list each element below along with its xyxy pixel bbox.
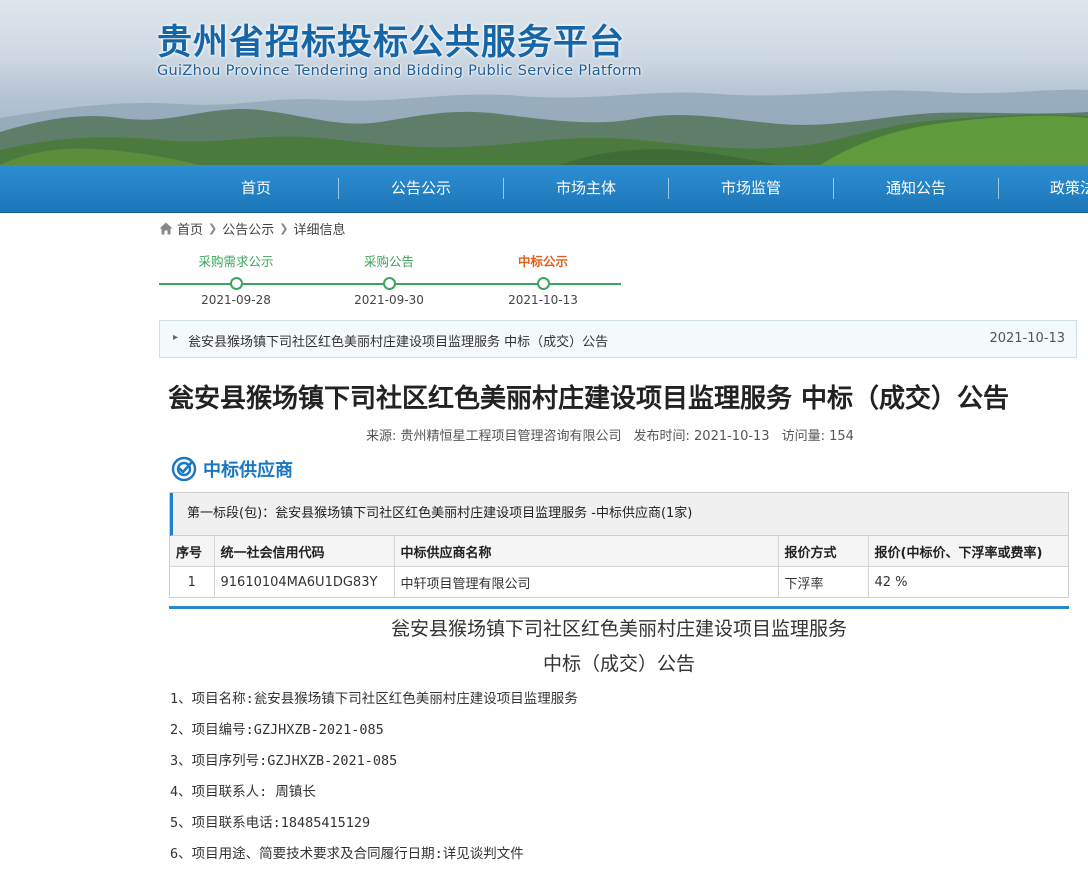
nav-divider — [338, 178, 339, 199]
timeline-step-date: 2021-10-13 — [508, 293, 578, 307]
nav-divider — [503, 178, 504, 199]
breadcrumb-announcements[interactable]: 公告公示 — [222, 219, 274, 238]
timeline-step-date: 2021-09-30 — [354, 293, 424, 307]
table-cell: 中轩项目管理有限公司 — [394, 566, 779, 597]
article-source: 来源: 贵州精恒星工程项目管理咨询有限公司 — [366, 429, 622, 444]
nav-item-policies[interactable]: 政策法 — [1050, 165, 1088, 212]
notice-link-bar[interactable]: ▸ 瓮安县猴场镇下司社区红色美丽村庄建设项目监理服务 中标（成交）公告 2021… — [159, 320, 1077, 358]
content-item: 5、项目联系电话:18485415129 — [170, 815, 371, 831]
content-item: 2、项目编号:GZJHXZB-2021-085 — [170, 722, 384, 738]
nav-divider — [668, 178, 669, 199]
timeline-dot — [382, 277, 396, 290]
article-publish-time: 发布时间: 2021-10-13 — [633, 429, 770, 444]
nav-item-market-entities[interactable]: 市场主体 — [506, 165, 666, 212]
table-header-row: 序号 统一社会信用代码 中标供应商名称 报价方式 报价(中标价、下浮率或费率) — [170, 536, 1068, 567]
content-heading-line1: 瓮安县猴场镇下司社区红色美丽村庄建设项目监理服务 — [390, 618, 847, 640]
timeline-dot — [229, 277, 243, 290]
timeline-dot — [536, 277, 550, 290]
table-row: 1 91610104MA6U1DG83Y 中轩项目管理有限公司 下浮率 42 % — [170, 566, 1068, 597]
breadcrumb-home[interactable]: 首页 — [177, 219, 203, 238]
content-item: 6、项目用途、简要技术要求及合同履行日期:详见谈判文件 — [170, 846, 524, 862]
content-item: 3、项目序列号:GZJHXZB-2021-085 — [170, 753, 398, 769]
table-header: 中标供应商名称 — [394, 536, 779, 567]
process-timeline: 采购需求公示 2021-09-28 采购公告 2021-09-30 中标公示 2… — [159, 252, 621, 312]
nav-divider — [833, 178, 834, 199]
table-cell: 42 % — [874, 574, 908, 590]
site-subtitle: GuiZhou Province Tendering and Bidding P… — [157, 63, 642, 79]
nav-divider — [998, 178, 999, 199]
site-title: 贵州省招标投标公共服务平台 — [157, 23, 626, 63]
table-header: 统一社会信用代码 — [214, 536, 395, 567]
timeline-step-demand[interactable]: 采购需求公示 2021-09-28 — [161, 252, 311, 307]
table-header: 报价方式 — [778, 536, 869, 567]
timeline-step-award[interactable]: 中标公示 2021-10-13 — [468, 252, 618, 307]
timeline-step-date: 2021-09-28 — [201, 293, 271, 307]
article-views: 访问量: 154 — [781, 429, 854, 444]
site-banner: 贵州省招标投标公共服务平台 GuiZhou Province Tendering… — [0, 0, 1088, 165]
nav-item-notices[interactable]: 通知公告 — [836, 165, 996, 212]
content-item: 4、项目联系人: 周镇长 — [170, 784, 316, 800]
triangle-right-icon: ▸ — [173, 332, 179, 343]
target-icon — [171, 456, 197, 482]
winner-table: 序号 统一社会信用代码 中标供应商名称 报价方式 报价(中标价、下浮率或费率) … — [170, 536, 1068, 597]
content-item: 1、项目名称:瓮安县猴场镇下司社区红色美丽村庄建设项目监理服务 — [170, 691, 578, 707]
timeline-step-label: 采购公告 — [363, 254, 414, 269]
content-divider — [169, 606, 1069, 609]
chevron-right-icon: ❯ — [208, 221, 218, 235]
breadcrumb-current: 详细信息 — [293, 222, 346, 238]
timeline-step-procurement[interactable]: 采购公告 2021-09-30 — [314, 252, 464, 307]
article-meta: 来源: 贵州精恒星工程项目管理咨询有限公司 发布时间: 2021-10-13 访问量… — [366, 425, 866, 444]
table-header: 报价(中标价、下浮率或费率) — [868, 536, 1068, 567]
table-cell: 1 — [170, 566, 215, 597]
winner-section-title: 中标供应商 — [203, 460, 293, 481]
nav-item-announcements[interactable]: 公告公示 — [341, 165, 501, 212]
home-icon — [159, 222, 173, 234]
table-cell: 91610104MA6U1DG83Y — [214, 566, 395, 597]
breadcrumb: 首页 ❯ 公告公示 ❯ 详细信息 — [159, 219, 346, 238]
main-nav: 首页 公告公示 市场主体 市场监管 通知公告 政策法 — [0, 165, 1088, 213]
package-title: 第一标段(包)：瓮安县猴场镇下司社区红色美丽村庄建设项目监理服务 -中标供应商(… — [170, 493, 1068, 536]
notice-link-title[interactable]: 瓮安县猴场镇下司社区红色美丽村庄建设项目监理服务 中标（成交）公告 — [188, 331, 608, 350]
package-box: 第一标段(包)：瓮安县猴场镇下司社区红色美丽村庄建设项目监理服务 -中标供应商(… — [169, 492, 1069, 598]
nav-item-market-supervision[interactable]: 市场监管 — [671, 165, 831, 212]
notice-link-date: 2021-10-13 — [989, 331, 1065, 346]
table-header: 序号 — [170, 536, 215, 567]
content-heading-line2: 中标（成交）公告 — [542, 653, 695, 675]
timeline-step-label: 中标公示 — [517, 254, 568, 269]
winner-section-header: 中标供应商 — [171, 455, 293, 483]
chevron-right-icon: ❯ — [279, 221, 289, 235]
nav-item-home[interactable]: 首页 — [176, 165, 336, 212]
article-title: 瓮安县猴场镇下司社区红色美丽村庄建设项目监理服务 中标（成交）公告 — [168, 384, 1010, 414]
timeline-step-label: 采购需求公示 — [198, 254, 274, 269]
table-cell: 下浮率 — [778, 566, 869, 597]
